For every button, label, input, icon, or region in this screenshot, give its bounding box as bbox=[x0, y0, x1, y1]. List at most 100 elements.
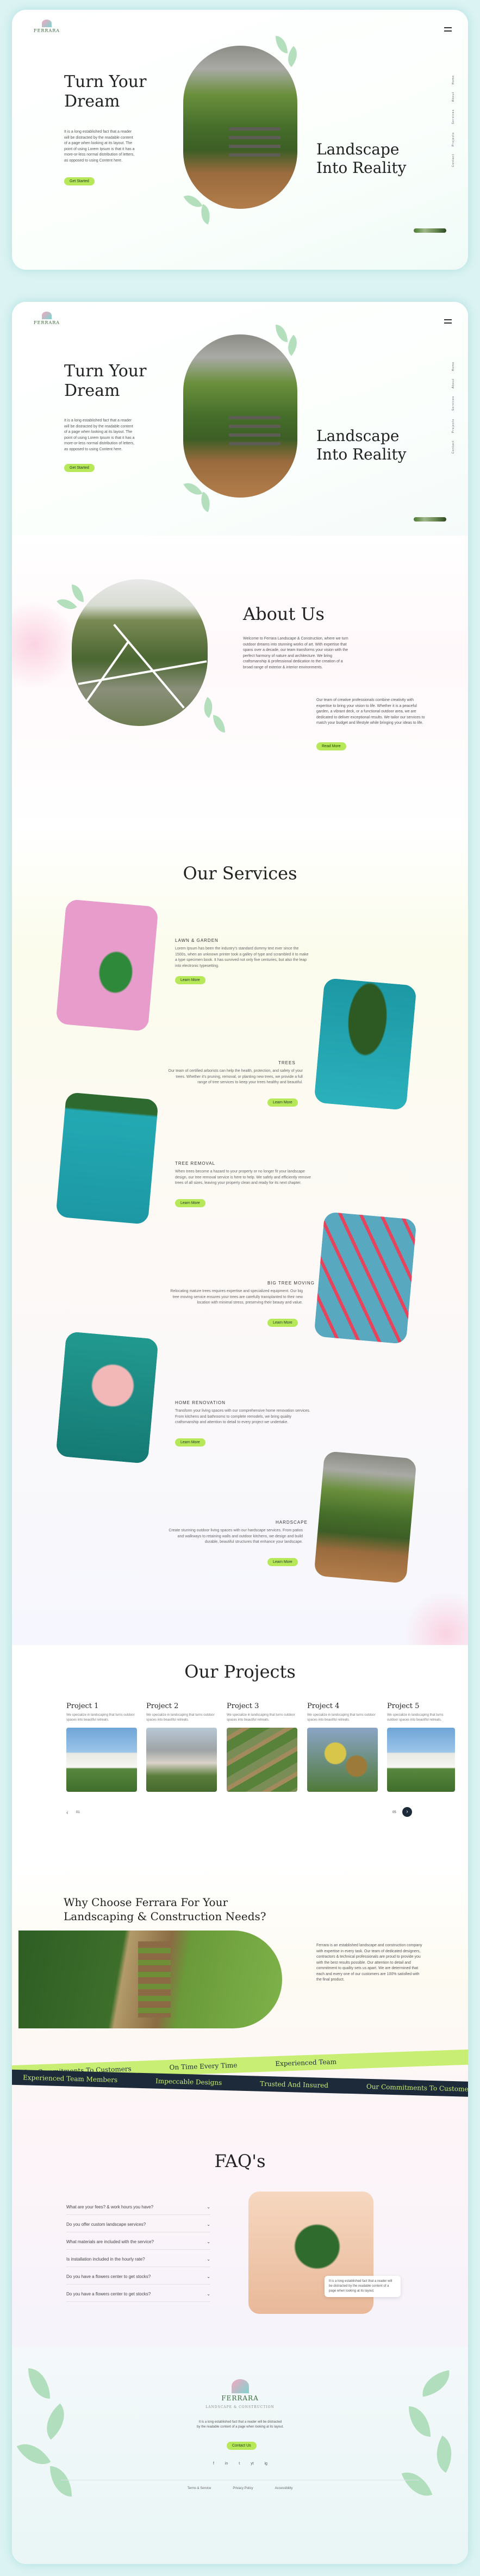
about-pink-glow bbox=[12, 601, 77, 688]
hero-thumbnail-strip[interactable] bbox=[414, 228, 446, 233]
ribbon-item: Experienced Team bbox=[275, 2058, 337, 2068]
pager-current: 01 bbox=[76, 1811, 80, 1814]
why-title: Why Choose Ferrara For Your Landscaping … bbox=[64, 1896, 266, 1923]
faq-quote: It is a long established fact that a rea… bbox=[329, 2280, 392, 2293]
about-read-more-button[interactable]: Read More bbox=[316, 742, 346, 750]
faq-item[interactable]: Do you offer custom landscape services? ⌄ bbox=[66, 2217, 210, 2232]
youtube-icon[interactable]: yt bbox=[251, 2462, 253, 2466]
service-title: HOME RENOVATION bbox=[175, 1400, 226, 1405]
project-title: Project 2 bbox=[146, 1702, 179, 1710]
projects-section: Our Projects Project 1 We specialize in … bbox=[12, 1645, 468, 1863]
nav-item[interactable]: Services bbox=[452, 109, 455, 124]
service-image-hardscape bbox=[314, 1451, 417, 1584]
footer-links: Terms & Service Privacy Policy Accessibi… bbox=[12, 2487, 468, 2490]
leaf-decoration-icon bbox=[276, 36, 288, 53]
nav-item[interactable]: Home bbox=[452, 362, 455, 371]
project-image[interactable] bbox=[66, 1728, 137, 1792]
menu-icon[interactable] bbox=[444, 27, 452, 32]
hero-thumbnail-strip[interactable] bbox=[414, 517, 446, 522]
hero-preview-frame: FERRARA Turn Your Dream It is a long est… bbox=[12, 10, 468, 270]
vertical-nav: Home About Services Projects Contact bbox=[452, 75, 455, 167]
project-text: We specialize in landscaping that turns … bbox=[146, 1714, 215, 1722]
footer-contact-button[interactable]: Contact Us bbox=[227, 2442, 257, 2450]
project-title: Project 3 bbox=[227, 1702, 259, 1710]
service-title: HARDSCAPE bbox=[276, 1520, 308, 1525]
leaf-decoration-icon bbox=[197, 492, 214, 512]
service-text: Lorem Ipsum has been the industry's stan… bbox=[175, 947, 309, 968]
ribbon-item: Experienced Team Members bbox=[22, 2074, 118, 2084]
pager-prev-icon[interactable]: ‹ bbox=[66, 1810, 68, 1816]
project-image[interactable] bbox=[146, 1728, 217, 1792]
service-title: TREES bbox=[278, 1060, 296, 1065]
service-learn-more-button[interactable]: Learn More bbox=[175, 976, 205, 984]
about-section: About Us Welcome to Ferrara Landscape & … bbox=[12, 536, 468, 829]
twitter-icon[interactable]: t bbox=[239, 2462, 240, 2466]
service-text: Relocating mature trees requires experti… bbox=[170, 1289, 303, 1305]
footer-logo[interactable]: FERRARA LANDSCAPE & CONSTRUCTION bbox=[12, 2379, 468, 2410]
project-image[interactable] bbox=[387, 1728, 455, 1792]
projects-title: Our Projects bbox=[184, 1661, 296, 1682]
service-title: LAWN & GARDEN bbox=[175, 938, 219, 943]
hero-photo bbox=[183, 334, 297, 498]
leaf-decoration-icon bbox=[197, 204, 214, 225]
faq-section: FAQ's What are your fees? & work hours y… bbox=[12, 2134, 468, 2347]
project-image[interactable] bbox=[227, 1728, 297, 1792]
nav-item[interactable]: Projects bbox=[452, 132, 455, 146]
leaf-decoration-icon bbox=[427, 2435, 462, 2473]
hero-title-left: Turn Your Dream bbox=[64, 72, 147, 111]
nav-item[interactable]: Projects bbox=[452, 419, 455, 433]
service-learn-more-button[interactable]: Learn More bbox=[175, 1199, 205, 1207]
why-photo bbox=[18, 1931, 282, 2028]
why-section: Why Choose Ferrara For Your Landscaping … bbox=[12, 1863, 468, 2134]
pager-next-button[interactable]: › bbox=[402, 1807, 412, 1817]
project-title: Project 5 bbox=[387, 1702, 420, 1710]
nav-item[interactable]: Services bbox=[452, 396, 455, 411]
nav-item[interactable]: Contact bbox=[452, 440, 455, 454]
service-image-trees bbox=[314, 978, 417, 1110]
faq-item[interactable]: Is installation included in the hourly r… bbox=[66, 2252, 210, 2267]
instagram-icon[interactable]: ig bbox=[265, 2462, 267, 2466]
hero-title-left: Turn Your Dream bbox=[64, 362, 147, 400]
brand-logo[interactable]: FERRARA bbox=[34, 312, 60, 325]
faq-item[interactable]: Do you have a flowers center to get stoc… bbox=[66, 2287, 210, 2302]
service-image-big-tree bbox=[314, 1212, 417, 1344]
service-title: BIG TREE MOVING bbox=[267, 1281, 315, 1286]
services-title: Our Services bbox=[183, 863, 297, 884]
project-text: We specialize in landscaping that turns … bbox=[387, 1714, 444, 1722]
service-title: TREE REMOVAL bbox=[175, 1161, 216, 1166]
footer-link[interactable]: Accessibility bbox=[275, 2487, 293, 2490]
facebook-icon[interactable]: f bbox=[213, 2462, 214, 2466]
service-text: Our team of certified arborists can help… bbox=[168, 1069, 303, 1084]
hero-get-started-button[interactable]: Get Started bbox=[64, 464, 95, 472]
project-text: We specialize in landscaping that turns … bbox=[66, 1714, 135, 1722]
social-icons: f in t yt ig bbox=[213, 2462, 267, 2466]
faq-item[interactable]: Do you have a flowers center to get stoc… bbox=[66, 2269, 210, 2285]
menu-icon[interactable] bbox=[444, 319, 452, 324]
footer-link[interactable]: Privacy Policy bbox=[233, 2487, 253, 2490]
service-learn-more-button[interactable]: Learn More bbox=[267, 1319, 298, 1327]
ribbon-item: Impeccable Designs bbox=[155, 2077, 222, 2087]
nav-item[interactable]: About bbox=[452, 92, 455, 102]
project-text: We specialize in landscaping that turns … bbox=[227, 1714, 295, 1722]
nav-item[interactable]: Contact bbox=[452, 154, 455, 167]
nav-item[interactable]: About bbox=[452, 378, 455, 388]
nav-item[interactable]: Home bbox=[452, 75, 455, 84]
service-learn-more-button[interactable]: Learn More bbox=[175, 1438, 205, 1447]
faq-item[interactable]: What are your fees? & work hours you hav… bbox=[66, 2200, 210, 2215]
project-title: Project 1 bbox=[66, 1702, 99, 1710]
vertical-nav: Home About Services Projects Contact bbox=[452, 362, 455, 454]
hero-get-started-button[interactable]: Get Started bbox=[64, 177, 95, 185]
ribbon-item: Our Commitments To Customers bbox=[366, 2082, 468, 2094]
footer-link[interactable]: Terms & Service bbox=[188, 2487, 211, 2490]
leaf-decoration-icon bbox=[50, 2466, 72, 2497]
hero-title-right: Landscape Into Reality bbox=[316, 427, 407, 463]
brand-logo[interactable]: FERRARA bbox=[34, 20, 60, 33]
pager-total: 05 bbox=[392, 1811, 396, 1814]
service-learn-more-button[interactable]: Learn More bbox=[267, 1098, 298, 1107]
project-image[interactable] bbox=[307, 1728, 378, 1792]
linkedin-icon[interactable]: in bbox=[225, 2462, 228, 2466]
faq-item[interactable]: What materials are included with the ser… bbox=[66, 2234, 210, 2250]
service-learn-more-button[interactable]: Learn More bbox=[267, 1558, 298, 1566]
ribbon-bottom: Experienced Team Members Impeccable Desig… bbox=[12, 2069, 468, 2097]
chevron-down-icon: ⌄ bbox=[207, 2205, 210, 2209]
